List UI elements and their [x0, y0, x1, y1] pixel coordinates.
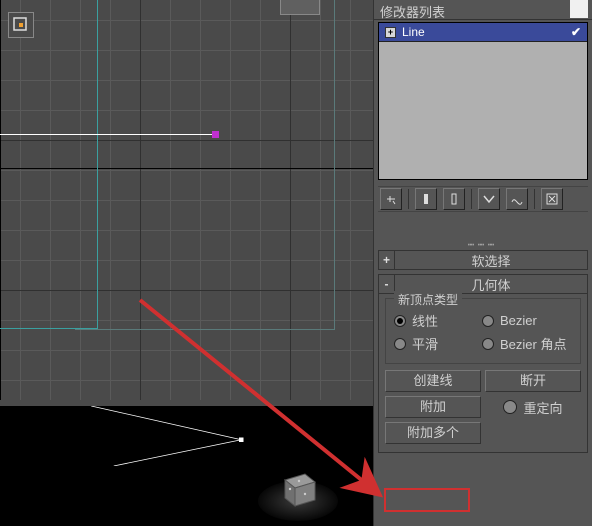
radio-linear[interactable]: 线性 — [394, 311, 464, 330]
stack-icon-2 — [447, 192, 461, 206]
panel-drag-handle[interactable]: ┉┉┉ — [453, 240, 513, 246]
pin-icon — [384, 192, 398, 206]
radio-linear-label: 线性 — [412, 311, 438, 330]
reorient-checkbox-row[interactable]: 重定向 — [485, 396, 581, 418]
viewport-corner-button[interactable] — [8, 12, 34, 38]
pin-stack-button[interactable] — [380, 188, 402, 210]
stack-toolbar — [378, 186, 588, 212]
radio-bezier-corner-label: Bezier 角点 — [500, 334, 566, 353]
top-object-cube[interactable] — [280, 0, 320, 15]
make-unique-button[interactable] — [506, 188, 528, 210]
toolbar-separator — [471, 189, 472, 209]
stack-icon-1 — [419, 192, 433, 206]
rollup-toggle-icon[interactable]: + — [379, 251, 395, 269]
geometry-body: 新顶点类型 线性 Bezier 平滑 — [378, 294, 588, 453]
radio-smooth-label: 平滑 — [412, 334, 438, 353]
modifier-item-line[interactable]: + Line ✔ — [379, 23, 587, 42]
rollup-header-soft-select[interactable]: + 软选择 — [378, 250, 588, 270]
remove-modifier-button[interactable] — [541, 188, 563, 210]
attach-button[interactable]: 附加 — [385, 396, 481, 418]
attach-multiple-button[interactable]: 附加多个 — [385, 422, 481, 444]
remove-icon — [545, 192, 559, 206]
top-viewport[interactable] — [0, 0, 373, 400]
stack-button-2[interactable] — [443, 188, 465, 210]
modify-panel: 修改器列表 + Line ✔ ┉┉┉ — [373, 0, 592, 526]
rollup-geometry: - 几何体 新顶点类型 线性 Bezier — [374, 274, 592, 453]
radio-icon — [482, 338, 494, 350]
modifier-active-check-icon: ✔ — [571, 25, 581, 39]
radio-bezier-corner[interactable]: Bezier 角点 — [482, 334, 566, 353]
radio-bezier-label: Bezier — [500, 313, 537, 328]
checkbox-icon — [503, 400, 517, 414]
radio-icon — [394, 315, 406, 327]
expand-icon[interactable]: + — [385, 27, 396, 38]
cube-object[interactable] — [275, 464, 321, 510]
radio-bezier[interactable]: Bezier — [482, 313, 552, 328]
show-end-button[interactable] — [478, 188, 500, 210]
modifier-stack[interactable]: + Line ✔ — [378, 22, 588, 180]
modifier-list-label: 修改器列表 — [380, 5, 445, 20]
break-button[interactable]: 断开 — [485, 370, 581, 392]
reorient-label: 重定向 — [523, 398, 562, 417]
new-vertex-type-group: 新顶点类型 线性 Bezier 平滑 — [385, 298, 581, 364]
radio-smooth[interactable]: 平滑 — [394, 334, 464, 353]
toolbar-separator — [534, 189, 535, 209]
spline-segment[interactable] — [0, 134, 215, 135]
object-rect-2[interactable] — [75, 0, 335, 330]
create-line-button[interactable]: 创建线 — [385, 370, 481, 392]
rollup-soft-select: + 软选择 — [374, 250, 592, 270]
vee-icon — [482, 192, 496, 206]
toolbar-separator — [408, 189, 409, 209]
rollup-title-soft-select: 软选择 — [395, 251, 587, 270]
rollup-toggle-icon[interactable]: - — [379, 275, 395, 293]
modifier-list-dropdown[interactable] — [570, 0, 588, 18]
stack-button-1[interactable] — [415, 188, 437, 210]
modifier-list-header[interactable]: 修改器列表 — [374, 0, 592, 20]
perspective-spline — [65, 406, 275, 466]
modifier-item-label: Line — [402, 25, 425, 39]
radio-icon — [394, 338, 406, 350]
curve-icon — [510, 192, 524, 206]
perspective-viewport[interactable] — [0, 406, 373, 526]
spline-vertex[interactable] — [212, 131, 219, 138]
viewport-corner-icon — [13, 17, 29, 33]
viewport-area — [0, 0, 373, 526]
radio-icon — [482, 315, 494, 327]
new-vertex-type-title: 新顶点类型 — [394, 291, 462, 308]
